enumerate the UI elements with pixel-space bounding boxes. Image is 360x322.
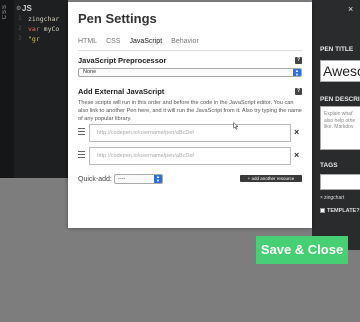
preprocessor-select[interactable]: None ▲ ▼ bbox=[78, 68, 302, 77]
settings-tabs: HTML CSS JavaScript Behavior bbox=[78, 37, 199, 49]
pen-title-heading: PEN TITLE bbox=[320, 46, 354, 53]
external-url-input[interactable]: http://codepen.io/username/pen/aBcDef bbox=[89, 147, 291, 165]
tab-javascript[interactable]: JavaScript bbox=[129, 37, 162, 49]
js-editor: CSS ⚙ JS zingchar 1 var myCo 2 "gr 3 bbox=[0, 0, 68, 178]
checkbox-icon[interactable] bbox=[320, 208, 325, 214]
external-resource-row: http://codepen.io/username/pen/aBcDef × bbox=[78, 124, 302, 142]
url-placeholder: http://codepen.io/username/pen/aBcDef bbox=[97, 130, 194, 136]
gear-icon[interactable]: ⚙ bbox=[16, 5, 21, 12]
pen-description-input[interactable]: Explain what' also help othe like. Markd… bbox=[320, 106, 360, 150]
select-arrows-icon: ▲ ▼ bbox=[154, 175, 162, 183]
tab-css[interactable]: CSS bbox=[106, 37, 120, 49]
close-icon[interactable]: × bbox=[348, 4, 353, 14]
pen-settings-modal: Pen Settings HTML CSS JavaScript Behavio… bbox=[68, 2, 312, 228]
external-url-input[interactable]: http://codepen.io/username/pen/aBcDef bbox=[89, 124, 291, 142]
drag-handle-icon[interactable] bbox=[78, 128, 85, 137]
modal-title: Pen Settings bbox=[78, 11, 157, 26]
preprocessor-heading: JavaScript Preprocessor bbox=[78, 56, 167, 65]
quick-add-value: ---- bbox=[118, 176, 126, 182]
line-number: 3 bbox=[18, 35, 22, 42]
pen-description-placeholder: Explain what' also help othe like. Markd… bbox=[324, 111, 356, 130]
js-editor-label: JS bbox=[22, 4, 32, 13]
drag-handle-icon[interactable] bbox=[78, 151, 85, 160]
external-resource-row: http://codepen.io/username/pen/aBcDef × bbox=[78, 147, 302, 165]
line-number: 1 bbox=[18, 15, 22, 22]
mouse-cursor-icon bbox=[233, 122, 239, 130]
pen-description-heading: PEN DESCRI bbox=[320, 96, 360, 103]
editor-gutter: CSS bbox=[0, 0, 14, 178]
add-another-resource-button[interactable]: + add another resource bbox=[240, 175, 302, 182]
quick-add-select[interactable]: ---- ▲ ▼ bbox=[114, 174, 163, 184]
tag-zingchart: zingchart bbox=[324, 195, 345, 201]
tab-html[interactable]: HTML bbox=[78, 37, 97, 49]
tabs-divider bbox=[78, 50, 302, 51]
line-number: 2 bbox=[18, 25, 22, 32]
template-checkbox[interactable]: TEMPLATE? bbox=[320, 208, 360, 214]
preprocessor-value: None bbox=[83, 69, 97, 75]
save-and-close-button[interactable]: Save & Close bbox=[256, 236, 348, 264]
external-js-heading: Add External JavaScript bbox=[78, 87, 165, 96]
help-icon[interactable]: ? bbox=[295, 88, 302, 95]
external-js-description: These scripts will run in this order and… bbox=[78, 100, 302, 122]
pen-details-panel: PEN TITLE Aweso PEN DESCRI Explain what'… bbox=[312, 0, 360, 250]
help-icon[interactable]: ? bbox=[295, 57, 302, 64]
pen-title-value: Aweso bbox=[323, 63, 360, 79]
pen-title-input[interactable]: Aweso bbox=[320, 60, 360, 82]
remove-resource-icon[interactable]: × bbox=[294, 127, 299, 137]
code-line[interactable]: var myCo bbox=[28, 25, 59, 33]
tag-remove-icon[interactable]: × bbox=[320, 195, 323, 201]
select-arrows-icon: ▲ ▼ bbox=[293, 69, 301, 76]
code-line[interactable]: zingchar bbox=[28, 15, 59, 23]
code-line[interactable]: "gr bbox=[28, 35, 40, 43]
remove-resource-icon[interactable]: × bbox=[294, 150, 299, 160]
quick-add-label: Quick-add: bbox=[78, 176, 112, 183]
tab-behavior[interactable]: Behavior bbox=[171, 37, 199, 49]
url-placeholder: http://codepen.io/username/pen/aBcDef bbox=[97, 153, 194, 159]
tags-heading: TAGS bbox=[320, 162, 338, 169]
tags-input[interactable] bbox=[320, 174, 360, 190]
css-editor-label: CSS bbox=[2, 4, 8, 20]
